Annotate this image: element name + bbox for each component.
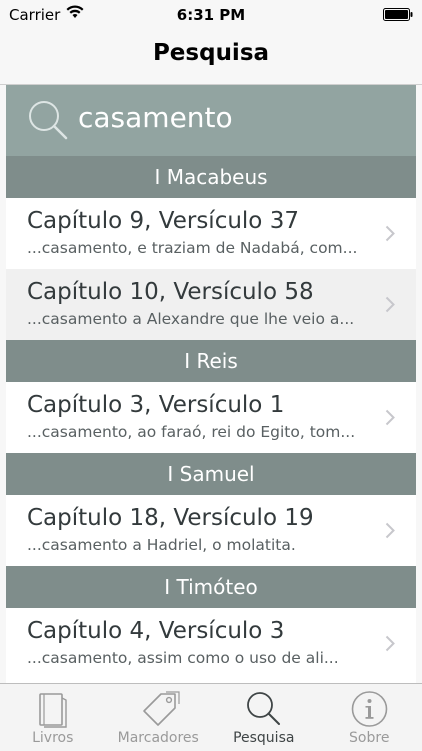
result-snippet: ...casamento, e traziam de Nadabá, com..… bbox=[27, 239, 372, 257]
search-icon bbox=[211, 690, 316, 728]
result-row[interactable]: Capítulo 18, Versículo 19 ...casamento a… bbox=[6, 495, 416, 566]
navigation-bar: Pesquisa bbox=[0, 30, 422, 85]
result-row[interactable]: Capítulo 9, Versículo 37 ...casamento, e… bbox=[6, 198, 416, 269]
tab-pesquisa[interactable]: Pesquisa bbox=[211, 684, 317, 751]
chevron-right-icon bbox=[385, 522, 395, 539]
result-row[interactable]: Capítulo 4, Versículo 3 ...casamento, as… bbox=[6, 608, 416, 679]
tag-icon bbox=[106, 690, 211, 728]
result-title: Capítulo 9, Versículo 37 bbox=[27, 208, 299, 234]
section-header-i-timoteo: I Timóteo bbox=[6, 566, 416, 608]
section-header-i-macabeus: I Macabeus bbox=[6, 156, 416, 198]
search-field[interactable]: casamento bbox=[6, 85, 416, 156]
info-icon bbox=[317, 690, 422, 728]
tab-label: Livros bbox=[0, 730, 106, 746]
status-bar: Carrier 6:31 PM bbox=[0, 0, 422, 30]
tab-sobre[interactable]: Sobre bbox=[317, 684, 422, 751]
tab-label: Marcadores bbox=[106, 730, 212, 746]
battery-icon bbox=[383, 8, 413, 21]
chevron-right-icon bbox=[385, 409, 395, 426]
result-snippet: ...casamento a Hadriel, o molatita. bbox=[27, 536, 372, 554]
tab-label: Sobre bbox=[317, 730, 422, 746]
chevron-right-icon bbox=[385, 225, 395, 242]
search-results[interactable]: casamento I Macabeus Capítulo 9, Versícu… bbox=[6, 85, 416, 683]
result-row[interactable]: Capítulo 3, Versículo 1 ...casamento, ao… bbox=[6, 382, 416, 453]
tab-marcadores[interactable]: Marcadores bbox=[106, 684, 212, 751]
clock: 6:31 PM bbox=[0, 6, 422, 24]
search-input[interactable]: casamento bbox=[78, 101, 233, 134]
chevron-right-icon bbox=[385, 296, 395, 313]
result-snippet: ...casamento, assim como o uso de ali... bbox=[27, 649, 372, 667]
tab-bar: Livros Marcadores Pesquisa Sobre bbox=[0, 683, 422, 751]
page-title: Pesquisa bbox=[0, 40, 422, 66]
result-snippet: ...casamento, ao faraó, rei do Egito, to… bbox=[27, 423, 372, 441]
result-title: Capítulo 10, Versículo 58 bbox=[27, 279, 314, 305]
chevron-right-icon bbox=[385, 635, 395, 652]
result-title: Capítulo 4, Versículo 3 bbox=[27, 618, 284, 644]
section-header-i-reis: I Reis bbox=[6, 340, 416, 382]
tab-label: Pesquisa bbox=[211, 730, 317, 746]
result-snippet: ...casamento a Alexandre que lhe veio a.… bbox=[27, 310, 372, 328]
tab-livros[interactable]: Livros bbox=[0, 684, 106, 751]
result-title: Capítulo 18, Versículo 19 bbox=[27, 505, 314, 531]
section-header-i-samuel: I Samuel bbox=[6, 453, 416, 495]
result-title: Capítulo 3, Versículo 1 bbox=[27, 392, 284, 418]
result-row[interactable]: Capítulo 10, Versículo 58 ...casamento a… bbox=[6, 269, 416, 340]
search-icon bbox=[27, 99, 69, 141]
book-icon bbox=[0, 690, 105, 728]
